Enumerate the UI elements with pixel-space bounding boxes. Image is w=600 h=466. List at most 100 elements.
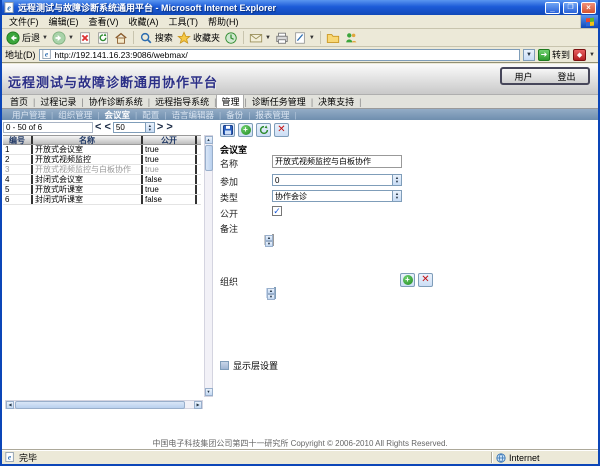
menu-item[interactable]: 帮助(H) — [203, 15, 244, 28]
subnav-item-1[interactable]: 用户管理 — [8, 109, 50, 121]
menu-item[interactable]: 文件(F) — [4, 15, 44, 28]
scroll-right-icon[interactable]: ▶ — [194, 401, 202, 409]
next-page-button[interactable]: > — [156, 122, 164, 133]
type-value: 协作会诊 — [273, 191, 392, 202]
messenger-button[interactable] — [343, 31, 359, 45]
name-input[interactable]: 开放式视频监控与白板协作 — [272, 155, 402, 168]
nav-item-6[interactable]: 诊断任务管理 — [248, 95, 310, 108]
close-button[interactable]: × — [581, 2, 596, 14]
main-nav: 首页|过程记录|协作诊断系统|远程指导系统|管理|诊断任务管理|决策支持| — [2, 95, 598, 109]
print-button[interactable] — [274, 31, 290, 45]
forward-button[interactable]: ▼ — [51, 31, 75, 45]
user-button[interactable]: 用户 — [510, 70, 536, 83]
org-listbox[interactable]: ▲ ▼ — [274, 287, 276, 299]
addon-icon[interactable]: ◆ — [573, 49, 586, 61]
address-dropdown-icon[interactable]: ▼ — [523, 49, 535, 61]
nav-item-4[interactable]: 远程指导系统 — [151, 95, 213, 108]
spinner-arrows-icon[interactable]: ▲▼ — [392, 191, 401, 201]
addon-dropdown-icon[interactable]: ▼ — [589, 52, 595, 58]
subnav-item-2[interactable]: 组织管理 — [54, 109, 96, 121]
nav-item-3[interactable]: 协作诊断系统 — [85, 95, 147, 108]
nav-item-2[interactable]: 过程记录 — [36, 95, 80, 108]
first-page-button[interactable]: < — [94, 122, 102, 133]
menu-item[interactable]: 查看(V) — [84, 15, 124, 28]
join-spinner[interactable]: 0 ▲▼ — [272, 174, 402, 186]
scroll-up-icon[interactable]: ▲ — [205, 136, 213, 144]
scroll-down-icon[interactable]: ▼ — [267, 294, 275, 300]
delete-button[interactable]: ✕ — [274, 123, 289, 137]
home-button[interactable] — [113, 31, 129, 45]
stop-button[interactable] — [77, 31, 93, 45]
nav-item-1[interactable]: 首页 — [6, 95, 32, 108]
scroll-left-icon[interactable]: ◀ — [6, 401, 14, 409]
mail-button[interactable]: ▼ — [248, 31, 272, 45]
scroll-down-icon[interactable]: ▼ — [205, 388, 213, 396]
page-size-spinner[interactable]: 50 ▲▼ — [113, 122, 155, 133]
address-input[interactable]: e http://192.141.16.23:9086/webmax/ — [39, 49, 521, 61]
remark-textarea[interactable]: ▲ ▼ — [272, 234, 274, 246]
app-title: 远程测试与故障诊断通用协作平台 — [8, 72, 218, 91]
public-checkbox[interactable]: ✓ — [272, 206, 282, 216]
subnav-item-5[interactable]: 语言编辑器 — [167, 109, 218, 121]
menu-item[interactable]: 编辑(E) — [44, 15, 84, 28]
table-row[interactable]: 1开放式会议室true — [3, 145, 201, 155]
subnav-item-4[interactable]: 配置 — [138, 109, 163, 121]
plus-icon: + — [241, 125, 251, 135]
table-row[interactable]: 5开放式听课室true — [3, 185, 201, 195]
menu-bar: 文件(F)编辑(E)查看(V)收藏(A)工具(T)帮助(H) — [2, 15, 598, 29]
refresh-button[interactable] — [95, 31, 111, 45]
menu-item[interactable]: 收藏(A) — [124, 15, 164, 28]
table-row[interactable]: 2开放式视频监控true — [3, 155, 201, 165]
maximize-button[interactable]: ❐ — [563, 2, 578, 14]
table-vertical-scrollbar[interactable]: ▲ ▼ — [204, 135, 213, 397]
listbox-scrollbar[interactable]: ▲ ▼ — [266, 288, 275, 298]
address-bar: 地址(D) e http://192.141.16.23:9086/webmax… — [2, 47, 598, 63]
menu-item[interactable]: 工具(T) — [164, 15, 204, 28]
back-icon — [6, 31, 20, 45]
minimize-button[interactable]: _ — [545, 2, 560, 14]
history-button[interactable] — [223, 31, 239, 45]
scroll-thumb[interactable] — [205, 145, 213, 171]
discuss-button[interactable] — [325, 31, 341, 45]
forward-dropdown-icon[interactable]: ▼ — [68, 35, 74, 41]
add-button[interactable]: + — [238, 123, 253, 137]
last-page-button[interactable]: > — [165, 122, 173, 133]
spinner-arrows-icon[interactable]: ▲▼ — [145, 123, 154, 132]
subnav-item-6[interactable]: 备份 — [222, 109, 247, 121]
go-icon: ➜ — [538, 49, 550, 61]
public-label: 公开 — [220, 207, 238, 220]
edit-button[interactable]: ▼ — [292, 31, 316, 45]
type-select[interactable]: 协作会诊 ▲▼ — [272, 190, 402, 202]
go-button[interactable]: ➜ 转到 — [538, 48, 570, 61]
back-button[interactable]: 后退 ▼ — [5, 31, 49, 45]
mail-dropdown-icon[interactable]: ▼ — [265, 35, 271, 41]
subnav-item-7[interactable]: 报表管理 — [251, 109, 293, 121]
prev-page-button[interactable]: < — [103, 122, 111, 133]
nav-item-5[interactable]: 管理 — [217, 95, 243, 108]
nav-item-7[interactable]: 决策支持 — [314, 95, 358, 108]
table-row[interactable]: 3开放式视频监控与白板协作true — [3, 165, 201, 175]
table-row[interactable]: 6封闭式听课室false — [3, 195, 201, 205]
spinner-arrows-icon[interactable]: ▲▼ — [392, 175, 401, 185]
edit-dropdown-icon[interactable]: ▼ — [309, 35, 315, 41]
content-area: 0 - 50 of 6 < < 50 ▲▼ > > 编号名称公开 1开放式会议室… — [2, 121, 598, 434]
save-button[interactable] — [220, 123, 235, 137]
cell-name: 开放式会议室 — [31, 145, 141, 154]
table-horizontal-scrollbar[interactable]: ◀ ▶ — [5, 400, 203, 409]
subnav-item-3[interactable]: 会议室 — [100, 109, 134, 121]
table-row[interactable]: 4封闭式会议室false — [3, 175, 201, 185]
refresh-form-button[interactable] — [256, 123, 271, 137]
org-delete-button[interactable]: ✕ — [418, 273, 433, 287]
plus-icon: + — [403, 275, 413, 285]
logout-button[interactable]: 登出 — [553, 70, 579, 83]
search-button[interactable]: 搜索 — [138, 31, 174, 45]
display-layer-checkbox[interactable] — [220, 361, 229, 370]
save-icon — [223, 125, 233, 135]
textarea-scrollbar[interactable]: ▲ ▼ — [264, 235, 273, 245]
scroll-down-icon[interactable]: ▼ — [265, 241, 273, 247]
favorites-button[interactable]: 收藏夹 — [176, 31, 221, 45]
org-add-button[interactable]: + — [400, 273, 415, 287]
org-actions: + ✕ — [400, 273, 433, 287]
back-dropdown-icon[interactable]: ▼ — [42, 35, 48, 41]
scroll-thumb[interactable] — [15, 401, 185, 409]
